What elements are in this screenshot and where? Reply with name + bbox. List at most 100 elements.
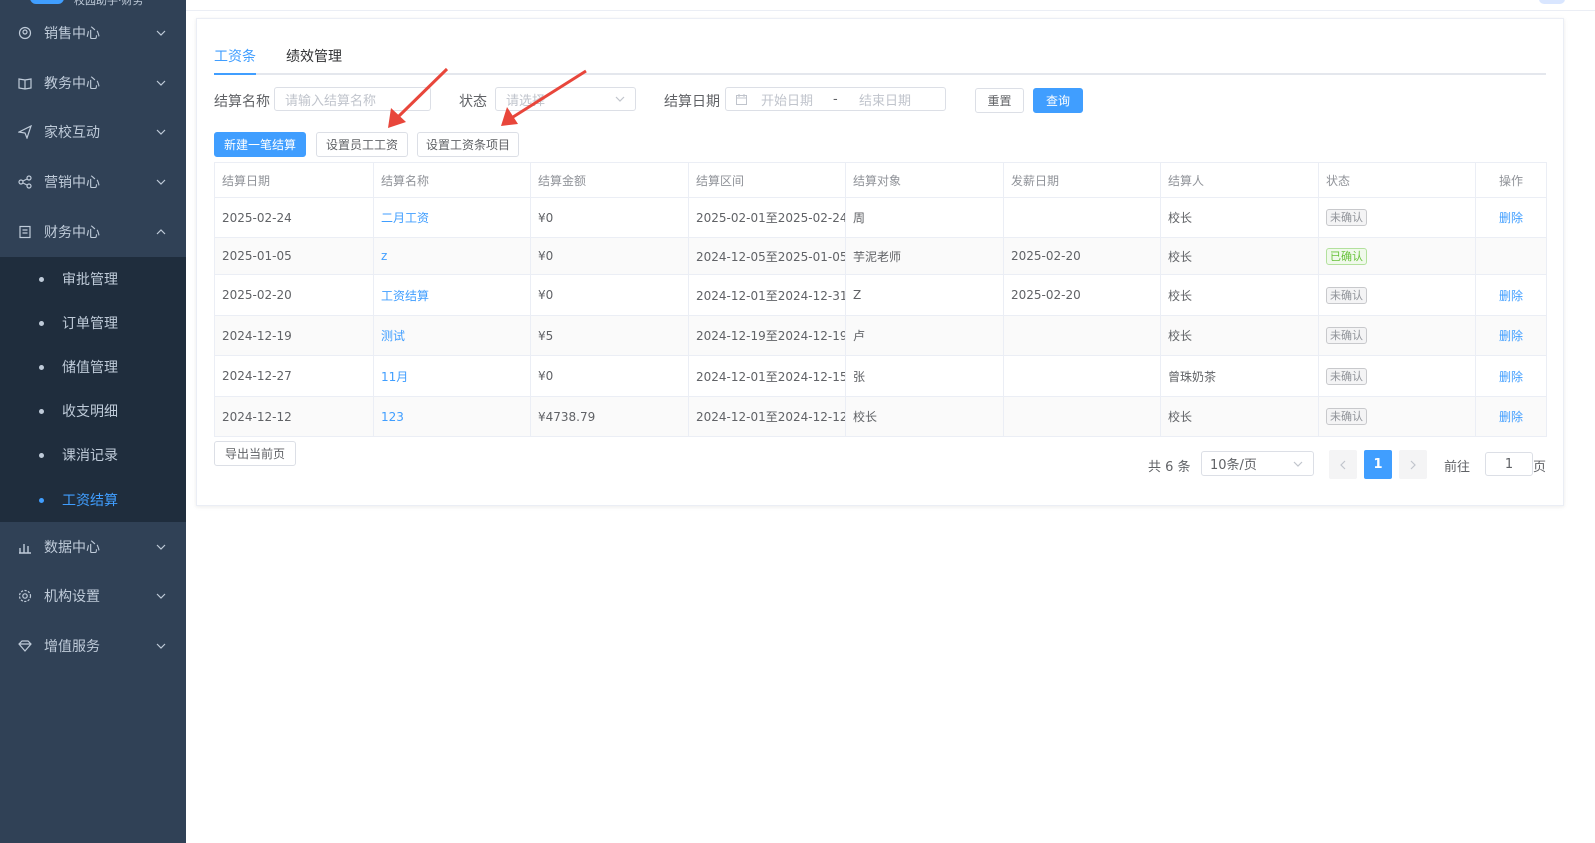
status-badge: 已确认 <box>1326 247 1367 265</box>
end-date-placeholder[interactable]: 结束日期 <box>859 90 911 109</box>
menu-home-school[interactable]: 家校互动 <box>0 107 186 157</box>
chevron-down-icon <box>156 28 166 38</box>
cell-pay-date <box>1004 198 1161 237</box>
delete-link[interactable]: 删除 <box>1499 368 1523 385</box>
settlement-name-link[interactable]: 工资结算 <box>381 287 429 304</box>
menu-label: 家校互动 <box>44 125 100 141</box>
delete-link[interactable]: 删除 <box>1499 287 1523 304</box>
headset-icon <box>18 26 32 40</box>
page-number-button[interactable]: 1 <box>1364 450 1392 479</box>
page-size-value: 10条/页 <box>1210 458 1257 473</box>
placeholder: 请选择 <box>506 93 546 109</box>
menu-label: 财务中心 <box>44 225 100 241</box>
status-select[interactable]: 请选择 <box>495 87 636 111</box>
prev-page-button[interactable] <box>1329 450 1357 479</box>
table-row: 2024-12-12 123 ¥4738.79 2024-12-01至2024-… <box>215 397 1547 437</box>
bullet-icon <box>39 320 44 326</box>
reset-button[interactable]: 重置 <box>975 88 1024 113</box>
menu-label: 数据中心 <box>44 540 100 556</box>
col-header: 发薪日期 <box>1004 163 1161 197</box>
tab-bar: 工资条 绩效管理 <box>214 43 1546 75</box>
menu-value-added[interactable]: 增值服务 <box>0 621 186 671</box>
goto-page-input[interactable]: 1 <box>1485 452 1533 476</box>
cell-person: 校长 <box>1161 238 1319 274</box>
table-row: 2025-01-05 z ¥0 2024-12-05至2025-01-05 芋泥… <box>215 238 1547 275</box>
submenu-stored-value[interactable]: 储值管理 <box>0 345 186 389</box>
settlement-name-link[interactable]: 11月 <box>381 368 408 385</box>
col-header: 结算金额 <box>531 163 689 197</box>
menu-finance[interactable]: 财务中心 <box>0 207 186 257</box>
cell-target: 张 <box>846 356 1004 396</box>
bullet-icon <box>39 497 44 503</box>
finance-submenu: 审批管理 订单管理 储值管理 收支明细 课消记录 工资结算 <box>0 257 186 522</box>
start-date-placeholder[interactable]: 开始日期 <box>761 90 833 109</box>
chevron-up-icon <box>156 227 166 237</box>
payroll-table: 结算日期 结算名称 结算金额 结算区间 结算对象 发薪日期 结算人 状态 操作 … <box>214 162 1547 437</box>
bullet-icon <box>39 276 44 282</box>
pagination-total: 共 6 条 <box>1148 460 1191 475</box>
name-filter-input[interactable]: 请输入结算名称 <box>274 87 431 111</box>
status-badge: 未确认 <box>1326 367 1367 385</box>
table-header-row: 结算日期 结算名称 结算金额 结算区间 结算对象 发薪日期 结算人 状态 操作 <box>215 163 1547 198</box>
status-badge: 未确认 <box>1326 408 1367 425</box>
cell-date: 2024-12-27 <box>215 356 374 396</box>
submenu-approval[interactable]: 审批管理 <box>0 257 186 301</box>
delete-link[interactable]: 删除 <box>1499 327 1523 344</box>
submenu-label: 工资结算 <box>62 493 118 509</box>
cell-pay-date: 2025-02-20 <box>1004 275 1161 315</box>
settlement-name-link[interactable]: 二月工资 <box>381 209 429 226</box>
submenu-income-expense[interactable]: 收支明细 <box>0 389 186 433</box>
menu-label: 教务中心 <box>44 76 100 92</box>
next-page-button[interactable] <box>1399 450 1427 479</box>
user-badge[interactable] <box>1539 0 1565 4</box>
tab-performance[interactable]: 绩效管理 <box>286 46 342 73</box>
goto-label: 前往 <box>1444 460 1471 475</box>
payroll-card: 工资条 绩效管理 结算名称 请输入结算名称 状态 请选择 结算日期 开始日期 -… <box>196 18 1564 506</box>
status-filter-label: 状态 <box>459 94 487 110</box>
menu-marketing[interactable]: 营销中心 <box>0 157 186 207</box>
menu-academic[interactable]: 教务中心 <box>0 58 186 108</box>
cell-target: 周 <box>846 198 1004 237</box>
new-settlement-button[interactable]: 新建一笔结算 <box>214 132 306 157</box>
share-icon <box>18 175 32 189</box>
page-size-select[interactable]: 10条/页 <box>1201 451 1314 476</box>
submenu-label: 课消记录 <box>62 448 118 464</box>
submenu-class-consumption[interactable]: 课消记录 <box>0 433 186 477</box>
cell-range: 2024-12-05至2025-01-05 <box>689 238 846 274</box>
submenu-payroll[interactable]: 工资结算 <box>0 478 186 522</box>
tab-payslip[interactable]: 工资条 <box>214 46 256 75</box>
submenu-orders[interactable]: 订单管理 <box>0 301 186 345</box>
set-payslip-items-button[interactable]: 设置工资条项目 <box>417 132 519 157</box>
chevron-down-icon <box>156 641 166 651</box>
set-employee-wage-button[interactable]: 设置员工工资 <box>316 132 408 157</box>
cell-person: 校长 <box>1161 316 1319 355</box>
chevron-down-icon <box>615 96 625 102</box>
chevron-left-icon <box>1340 460 1346 470</box>
cell-amount: ¥0 <box>531 238 689 274</box>
table-row: 2025-02-20 工资结算 ¥0 2024-12-01至2024-12-31… <box>215 275 1547 316</box>
menu-sales[interactable]: 销售中心 <box>0 8 186 58</box>
cell-target: Z <box>846 275 1004 315</box>
settlement-name-link[interactable]: z <box>381 249 387 263</box>
delete-link[interactable]: 删除 <box>1499 209 1523 226</box>
col-header: 结算名称 <box>374 163 531 197</box>
menu-data[interactable]: 数据中心 <box>0 522 186 572</box>
query-button[interactable]: 查询 <box>1033 88 1083 113</box>
bullet-icon <box>39 364 44 370</box>
menu-label: 机构设置 <box>44 589 100 605</box>
settlement-name-link[interactable]: 123 <box>381 410 404 424</box>
sidebar: 校园助手·财务 销售中心 教务中心 家校互动 营销中心 财务中心 审批管理 订单… <box>0 0 186 843</box>
bar-chart-icon <box>18 540 32 554</box>
menu-org-settings[interactable]: 机构设置 <box>0 571 186 621</box>
cell-date: 2024-12-19 <box>215 316 374 355</box>
submenu-label: 收支明细 <box>62 404 118 420</box>
settlement-name-link[interactable]: 测试 <box>381 327 405 344</box>
delete-link[interactable]: 删除 <box>1499 408 1523 425</box>
chevron-down-icon <box>156 591 166 601</box>
menu-label: 营销中心 <box>44 175 100 191</box>
table-row: 2025-02-24 二月工资 ¥0 2025-02-01至2025-02-24… <box>215 198 1547 238</box>
date-filter-label: 结算日期 <box>664 94 720 110</box>
export-page-button[interactable]: 导出当前页 <box>214 441 296 466</box>
cell-range: 2024-12-01至2024-12-15 <box>689 356 846 396</box>
date-range-picker[interactable]: 开始日期 - 结束日期 <box>725 87 946 111</box>
